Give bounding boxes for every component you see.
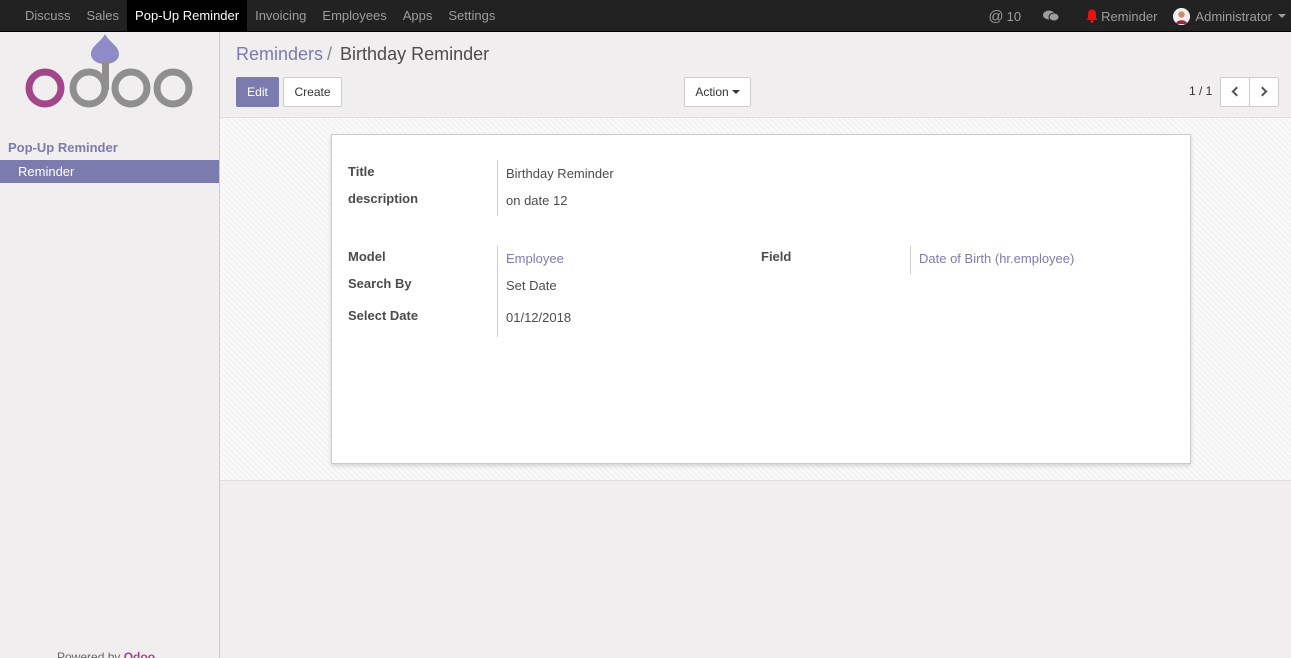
field-divider [497, 160, 498, 216]
description-label: description [348, 191, 419, 206]
title-label: Title [348, 164, 375, 179]
main-menu: Discuss Sales Pop-Up Reminder Invoicing … [17, 0, 503, 32]
reminder-label: Reminder [1101, 8, 1158, 24]
menu-apps[interactable]: Apps [395, 0, 441, 32]
chat-icon [1043, 10, 1060, 22]
edit-button[interactable]: Edit [236, 77, 279, 107]
powered-prefix: Powered by [57, 650, 121, 658]
menu-popup-reminder[interactable]: Pop-Up Reminder [127, 0, 248, 32]
odoo-logo[interactable] [25, 32, 195, 112]
model-value-link[interactable]: Employee [506, 251, 564, 266]
menu-employees[interactable]: Employees [314, 0, 394, 32]
powered-brand[interactable]: Odoo [124, 650, 155, 658]
create-button[interactable]: Create [283, 77, 342, 107]
mentions-count: 10 [1006, 8, 1022, 24]
messages-button[interactable] [1021, 0, 1077, 32]
field-divider [910, 246, 911, 274]
menu-discuss[interactable]: Discuss [17, 0, 79, 32]
select-date-label: Select Date [348, 308, 419, 323]
next-record-button[interactable] [1249, 77, 1279, 107]
field-divider [497, 246, 498, 337]
sidebar-section-title: Pop-Up Reminder [8, 140, 118, 155]
select-date-value: 01/12/2018 [506, 310, 572, 325]
chevron-right-icon [1257, 86, 1268, 97]
description-value: on date 12 [506, 193, 568, 208]
breadcrumb-separator: / [327, 44, 333, 64]
title-value: Birthday Reminder [506, 166, 614, 181]
action-dropdown[interactable]: Action [684, 77, 751, 107]
user-avatar [1173, 7, 1191, 25]
menu-settings[interactable]: Settings [440, 0, 503, 32]
at-icon: @ [988, 7, 1004, 25]
caret-down-icon [1278, 14, 1286, 18]
systray: @ 10 Reminder Administrator [988, 0, 1291, 32]
user-name: Administrator [1195, 8, 1272, 24]
previous-record-button[interactable] [1220, 77, 1250, 107]
menu-invoicing[interactable]: Invoicing [247, 0, 314, 32]
form-sheet [331, 134, 1191, 464]
sidebar-item-reminder[interactable]: Reminder [0, 160, 219, 183]
menu-sales[interactable]: Sales [79, 0, 128, 32]
mentions-button[interactable]: @ 10 [988, 0, 1021, 32]
caret-down-icon [731, 90, 740, 94]
search-by-label: Search By [348, 276, 412, 291]
chevron-left-icon [1231, 86, 1242, 97]
field-value-link[interactable]: Date of Birth (hr.employee) [919, 251, 1074, 266]
pager-value[interactable]: 1 / 1 [1189, 84, 1212, 98]
breadcrumb-current: Birthday Reminder [340, 44, 490, 64]
breadcrumb: Reminders / Birthday Reminder [236, 44, 489, 65]
reminder-button[interactable]: Reminder [1077, 0, 1157, 32]
bell-icon [1086, 9, 1098, 23]
field-label: Field [761, 249, 792, 264]
search-by-value: Set Date [506, 278, 557, 293]
powered-by[interactable]: Powered by Odoo [57, 650, 155, 658]
breadcrumb-reminders[interactable]: Reminders [236, 44, 323, 64]
user-menu[interactable]: Administrator [1157, 0, 1291, 32]
action-label: Action [695, 85, 729, 99]
model-label: Model [348, 249, 386, 264]
top-navbar: Discuss Sales Pop-Up Reminder Invoicing … [0, 0, 1291, 32]
app-sidebar: Pop-Up Reminder Reminder Powered by Odoo [0, 32, 220, 658]
